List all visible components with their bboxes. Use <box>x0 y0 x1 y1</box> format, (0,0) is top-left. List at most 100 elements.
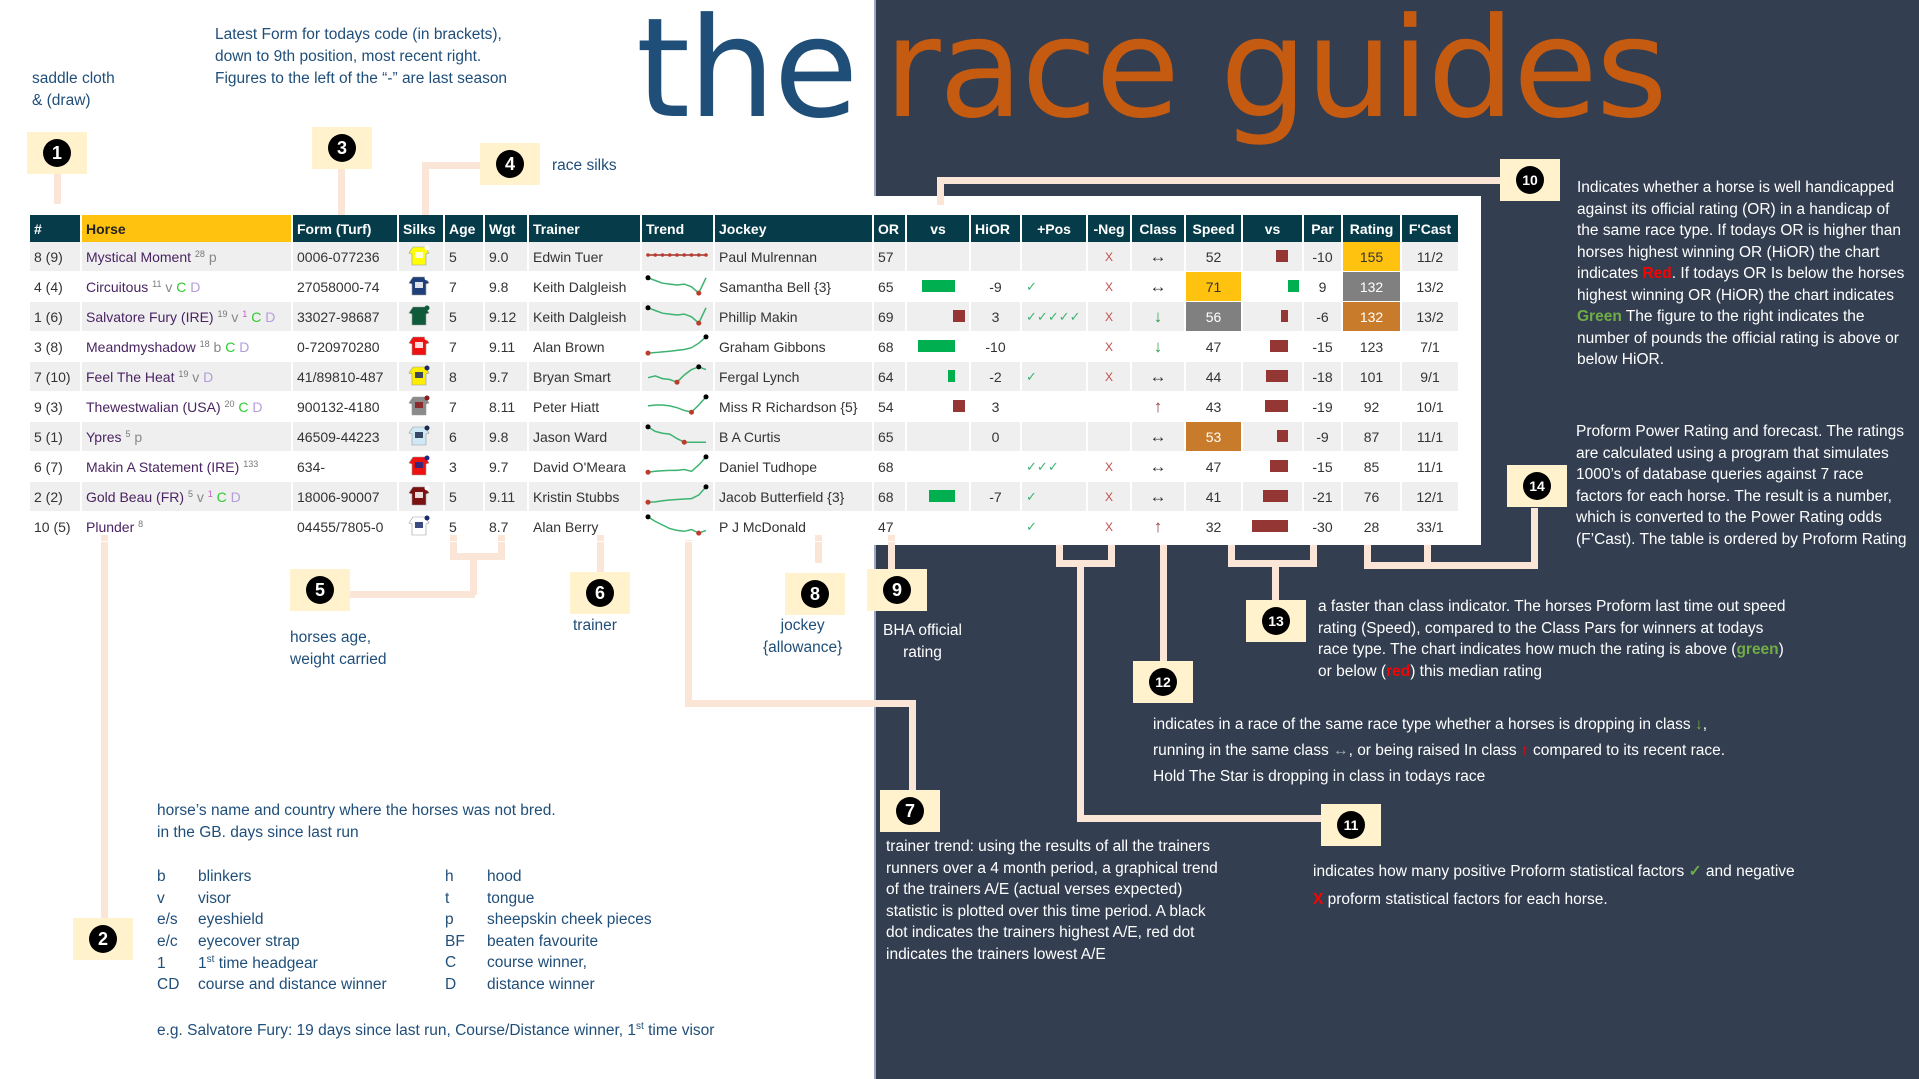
table-row[interactable]: 1 (6) Salvatore Fury (IRE) 19 v 1 C D 3302… <box>30 301 1460 332</box>
jockey-link[interactable]: Paul Mulrennan <box>719 249 817 265</box>
cell-age: 7 <box>444 271 485 302</box>
trainer-link[interactable]: David O'Meara <box>533 459 626 475</box>
note-age-weight: horses age, weight carried <box>290 629 387 668</box>
trainer-link[interactable]: Kristin Stubbs <box>533 489 619 505</box>
note-speed: a faster than class indicator. The horse… <box>1318 596 1788 682</box>
jockey-link[interactable]: Jacob Butterfield {3} <box>719 489 844 505</box>
column-header-class[interactable]: Class <box>1131 215 1186 242</box>
column-header-pos[interactable]: +Pos <box>1021 215 1088 242</box>
column-header-neg[interactable]: -Neg <box>1087 215 1132 242</box>
t: , <box>1702 716 1707 733</box>
cell-speed: 41 <box>1185 481 1243 512</box>
trainer-link[interactable]: Alan Berry <box>533 519 598 535</box>
column-header-fcast[interactable]: F'Cast <box>1401 215 1460 242</box>
horse-name: Gold Beau (FR) <box>86 488 185 505</box>
weight: 8.7 <box>489 518 509 535</box>
legend-value: hood <box>487 868 522 885</box>
trainer-trend-sparkline <box>646 253 708 257</box>
cell-jockey: Paul Mulrennan <box>714 242 874 272</box>
negative-factor-cross-icon: X <box>1104 339 1113 354</box>
column-header-trainer[interactable]: Trainer <box>528 215 642 242</box>
positive-factor-check-icon: ✓ <box>1026 518 1037 534</box>
trainer-link[interactable]: Edwin Tuer <box>533 249 603 265</box>
trainer-link[interactable]: Keith Dalgleish <box>533 309 626 325</box>
jockey-link[interactable]: Fergal Lynch <box>719 369 799 385</box>
par-difference: -21 <box>1312 488 1333 505</box>
jockey-link[interactable]: Samantha Bell {3} <box>719 279 831 295</box>
column-header-age[interactable]: Age <box>444 215 485 242</box>
table-row[interactable]: 4 (4) Circuitous 11 v C D 27058000-74 7 9.8 K… <box>30 271 1460 302</box>
legend-key: CD <box>157 975 180 993</box>
trainer-link[interactable]: Peter Hiatt <box>533 399 599 415</box>
jockey-link[interactable]: B A Curtis <box>719 429 780 445</box>
cell-silks <box>398 511 445 542</box>
forecast-odds: 11/1 <box>1416 458 1444 475</box>
jockey-link[interactable]: Phillip Makin <box>719 309 798 325</box>
t: The figure to the right indicates the nu… <box>1577 308 1899 368</box>
callout-14: 14 <box>1507 465 1567 507</box>
column-header-form[interactable]: Form (Turf) <box>292 215 399 242</box>
cell-trainer: Keith Dalgleish <box>528 271 642 302</box>
cell-no: 10 (5) <box>30 511 82 542</box>
trainer-link[interactable]: Bryan Smart <box>533 369 611 385</box>
hior-difference: -7 <box>989 488 1002 505</box>
cell-trainer: Kristin Stubbs <box>528 481 642 512</box>
cell-age: 5 <box>444 511 485 542</box>
column-header-trend[interactable]: Trend <box>641 215 715 242</box>
weight: 9.7 <box>489 368 509 385</box>
trainer-link[interactable]: Jason Ward <box>533 429 607 445</box>
table-row[interactable]: 9 (3) Thewestwalian (USA) 20 C D 900132-41… <box>30 391 1460 422</box>
cell-trainer: Edwin Tuer <box>528 242 642 272</box>
callout-number: 11 <box>1337 811 1365 839</box>
jockey-link[interactable]: Miss R Richardson {5} <box>719 399 858 415</box>
column-header-speed-vs[interactable]: vs <box>1242 215 1304 242</box>
saddle-cloth-draw: 5 (1) <box>34 428 63 445</box>
legend-value: distance winner <box>487 975 595 993</box>
table-row[interactable]: 7 (10) Feel The Heat 19 v D 41/89810-487 8 9… <box>30 361 1460 392</box>
jockey-link[interactable]: P J McDonald <box>719 519 806 535</box>
table-row[interactable]: 5 (1) Ypres 5 p 46509-44223 6 9.8 Jason Ward B… <box>30 421 1460 452</box>
column-header-or-vs[interactable]: vs <box>906 215 971 242</box>
column-header-rating[interactable]: Rating <box>1342 215 1402 242</box>
note-power-rating: Proform Power Rating and forecast. The r… <box>1576 423 1907 548</box>
saddle-cloth-draw: 10 (5) <box>34 518 71 535</box>
column-header-par[interactable]: Par <box>1303 215 1343 242</box>
column-header-no[interactable]: # <box>30 215 82 242</box>
column-header-wgt[interactable]: Wgt <box>484 215 529 242</box>
jockey-link[interactable]: Graham Gibbons <box>719 339 826 355</box>
column-header-speed[interactable]: Speed <box>1185 215 1243 242</box>
column-header-hior[interactable]: HiOR <box>970 215 1022 242</box>
legend-item: e/s eyeshield <box>157 911 264 929</box>
column-header-jockey[interactable]: Jockey <box>714 215 874 242</box>
par-difference: -30 <box>1312 518 1333 535</box>
table-row[interactable]: 10 (5) Plunder 8 04455/7805-0 5 8.7 Alan Berr… <box>30 511 1460 542</box>
saddle-cloth-draw: 9 (3) <box>34 398 63 415</box>
silks-icon <box>408 485 430 506</box>
negative-factor-cross-icon: X <box>1104 459 1113 474</box>
proform-rating: 76 <box>1363 488 1380 505</box>
column-header-horse[interactable]: Horse <box>81 215 293 242</box>
cell-trend <box>641 361 715 392</box>
speed-below-par-bar <box>1252 520 1288 532</box>
legend-item: 1 1st time headgear <box>157 954 318 973</box>
trainer-link[interactable]: Alan Brown <box>533 339 605 355</box>
trend-high-dot <box>703 394 709 400</box>
table-row[interactable]: 3 (8) Meandmyshadow 18 b C D 0-720970280 7 9… <box>30 331 1460 362</box>
connector-line <box>937 177 944 205</box>
cell-form: 27058000-74 <box>292 271 399 302</box>
official-rating: 57 <box>878 248 894 265</box>
connector-line <box>349 591 475 598</box>
column-header-silks[interactable]: Silks <box>398 215 445 242</box>
trainer-link[interactable]: Keith Dalgleish <box>533 279 626 295</box>
table-row[interactable]: 8 (9) Mystical Moment 28 p 0006-077236 5 9.0… <box>30 242 1460 272</box>
table-row[interactable]: 6 (7) Makin A Statement (IRE) 133 634- 3 9.7… <box>30 451 1460 482</box>
note-saddle-cloth: saddle cloth & (draw) <box>32 70 115 109</box>
column-header-or[interactable]: OR <box>873 215 907 242</box>
days-since-run: 133 <box>243 458 259 469</box>
official-rating: 54 <box>878 398 894 415</box>
legend-item: e/c eyecover strap <box>157 933 300 951</box>
jockey-link[interactable]: Daniel Tudhope <box>719 459 817 475</box>
cell-wgt: 9.11 <box>484 331 529 362</box>
callout-3: 3 <box>312 127 372 169</box>
table-row[interactable]: 2 (2) Gold Beau (FR) 5 v 1 C D 18006-90007… <box>30 481 1460 512</box>
